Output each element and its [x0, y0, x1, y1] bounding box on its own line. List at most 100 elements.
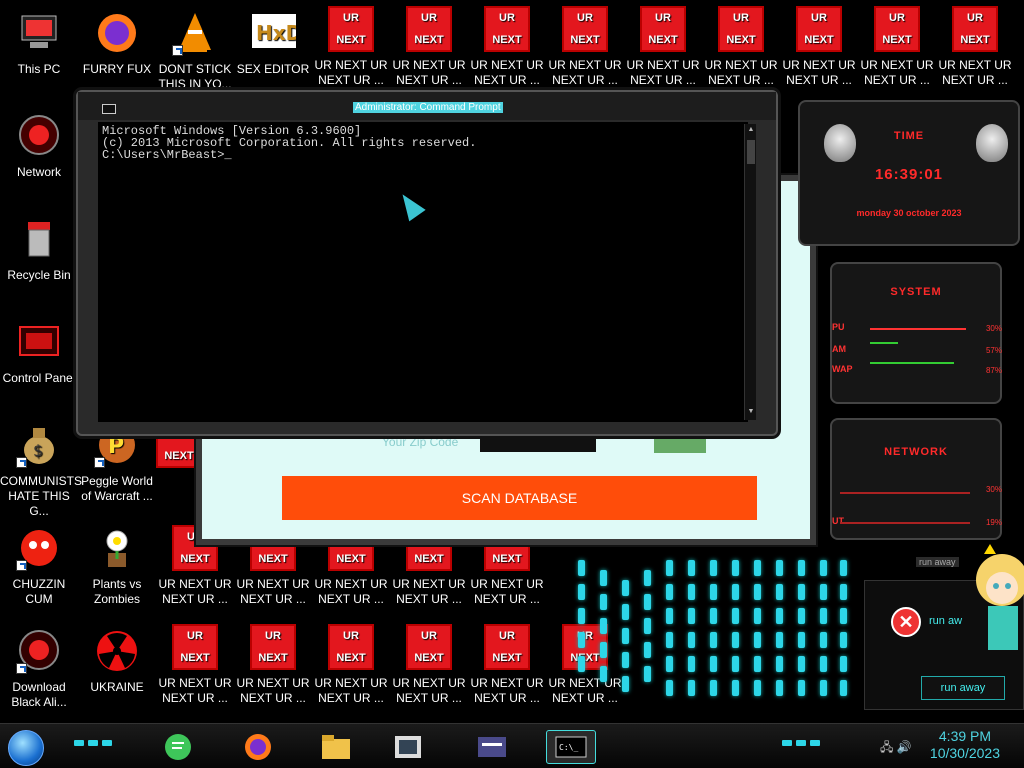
ur-next-shortcut[interactable]: URNEXT UR NEXT UR NEXT UR ... [624, 6, 702, 88]
cpu-value: 30% [985, 324, 1002, 333]
net-out-label: UT [832, 516, 844, 526]
desktop-icon-chuzzin[interactable]: CHUZZIN CUM [0, 525, 78, 607]
taskbar-command-prompt[interactable]: C:\_ [546, 730, 596, 764]
desktop-icon-control-panel[interactable]: Control Panel [0, 319, 78, 386]
ur-next-shortcut[interactable]: URNEXT UR NEXT UR NEXT UR ... [390, 624, 468, 706]
scroll-up-icon[interactable]: ▲ [746, 126, 756, 136]
volume-icon[interactable]: 🔊 [897, 740, 912, 754]
desktop-icon-ukraine[interactable]: UKRAINE [78, 628, 156, 695]
taskbar-chat-app[interactable] [156, 730, 200, 764]
cmd-scrollbar[interactable]: ▲ ▼ [744, 124, 756, 420]
desktop-icon-network[interactable]: Network [0, 113, 78, 180]
ur-next-shortcut[interactable]: URNEXT UR NEXT UR NEXT UR ... [468, 6, 546, 88]
desktop-icon-this-pc[interactable]: This PC [0, 10, 78, 77]
taskbar-vent [74, 740, 112, 746]
svg-text:HxD: HxD [256, 21, 296, 45]
desktop-icon-dont-stick[interactable]: DONT STICK THIS IN YO... [156, 10, 234, 92]
ram-bar [870, 342, 898, 344]
taskbar-clock[interactable]: 4:39 PM 10/30/2023 [930, 728, 1000, 762]
taskbar: C:\_ 🖧 🔊 4:39 PM 10/30/2023 [0, 723, 1024, 768]
desktop-icon-label: SEX EDITOR [236, 62, 310, 76]
hxd-icon: HxD [250, 10, 302, 56]
ur-next-label: UR NEXT UR NEXT UR ... [470, 676, 544, 705]
desktop-icon-label: Network [16, 165, 61, 179]
ur-next-shortcut[interactable]: URNEXT UR NEXT UR NEXT UR ... [702, 6, 780, 88]
ur-next-icon: URNEXT [250, 624, 296, 670]
system-tray[interactable]: 🖧 🔊 [880, 738, 912, 759]
taskbar-document-app[interactable] [386, 730, 430, 764]
command-prompt-window[interactable]: Administrator: Command Prompt Microsoft … [76, 90, 778, 436]
ur-next-shortcut[interactable]: URNEXT UR NEXT UR NEXT UR ... [780, 6, 858, 88]
svg-text:C:\_: C:\_ [559, 743, 578, 752]
submit-image[interactable] [654, 437, 706, 453]
cmd-system-icon[interactable] [102, 104, 116, 114]
alien-head-icon [824, 124, 856, 162]
document-icon [395, 736, 421, 758]
taskbar-firefox[interactable] [236, 730, 280, 764]
ur-next-label: UR NEXT UR NEXT UR ... [548, 58, 622, 87]
ram-value: 57% [985, 346, 1002, 355]
net-out-value: 19% [985, 518, 1002, 527]
desktop-icon-label: CHUZZIN CUM [12, 577, 66, 606]
desktop-icon-communists[interactable]: $ COMMUNISTS HATE THIS G... [0, 422, 82, 519]
desktop-icon-sex-editor[interactable]: HxD SEX EDITOR [234, 10, 312, 77]
taskbar-panel-app[interactable] [470, 730, 514, 764]
ur-next-shortcut[interactable]: URNEXT UR NEXT UR NEXT UR ... [156, 624, 234, 706]
ur-next-shortcut[interactable]: URNEXT UR NEXT UR NEXT UR ... [936, 6, 1014, 88]
firefox-icon [94, 10, 140, 56]
swap-value: 87% [985, 366, 1002, 375]
ur-next-icon: URNEXT [172, 624, 218, 670]
net-in-value: 30% [985, 485, 1002, 494]
ur-next-shortcut[interactable]: URNEXT UR NEXT UR NEXT UR ... [312, 6, 390, 88]
ur-next-label: UR NEXT UR NEXT UR ... [314, 676, 388, 705]
desktop-icon-furry-fux[interactable]: FURRY FUX [78, 10, 156, 77]
taskbar-file-explorer[interactable] [314, 730, 358, 764]
desktop-icon-label: Download Black Ali... [11, 680, 67, 709]
plants-icon [94, 525, 140, 571]
cpu-label: PU [832, 322, 845, 332]
desktop-icon-download-black-alien[interactable]: Download Black Ali... [0, 628, 78, 710]
ur-next-label: UR NEXT UR NEXT UR ... [236, 577, 310, 606]
ram-label: AM [832, 344, 846, 354]
cpu-bar [870, 328, 966, 330]
desktop-icon-plants-vs-zombies[interactable]: Plants vs Zombies [78, 525, 156, 607]
ur-next-icon: URNEXT [874, 6, 920, 52]
run-away-button[interactable]: run away [921, 676, 1005, 700]
ur-next-shortcut[interactable]: URNEXT UR NEXT UR NEXT UR ... [234, 624, 312, 706]
ur-next-label: UR NEXT UR NEXT UR ... [626, 58, 700, 87]
start-button[interactable] [8, 730, 44, 766]
ur-next-shortcut[interactable]: URNEXT UR NEXT UR NEXT UR ... [858, 6, 936, 88]
ur-next-shortcut[interactable]: URNEXT UR NEXT UR NEXT UR ... [312, 624, 390, 706]
alien-head-icon [976, 124, 1008, 162]
ur-next-icon: URNEXT [328, 624, 374, 670]
ur-next-label: UR NEXT UR NEXT UR ... [860, 58, 934, 87]
control-panel-icon [16, 319, 62, 365]
runaway-title: run away [916, 557, 959, 567]
desktop-icon-label: This PC [17, 62, 61, 76]
ur-next-shortcut[interactable]: URNEXT UR NEXT UR NEXT UR ... [468, 624, 546, 706]
ur-next-shortcut[interactable]: URNEXT UR NEXT UR NEXT UR ... [546, 6, 624, 88]
ur-next-label: UR NEXT UR NEXT UR ... [158, 676, 232, 705]
ur-next-shortcut[interactable]: URNEXT UR NEXT UR NEXT UR ... [390, 6, 468, 88]
desktop-icon-label: UKRAINE [90, 680, 144, 694]
scroll-down-icon[interactable]: ▼ [746, 408, 756, 418]
svg-text:$: $ [33, 441, 43, 460]
cmd-console[interactable]: Microsoft Windows [Version 6.3.9600] (c)… [98, 122, 748, 422]
system-panel: SYSTEM [830, 262, 1002, 404]
swap-label: WAP [832, 364, 853, 374]
cmd-titlebar[interactable]: Administrator: Command Prompt [78, 92, 776, 120]
ur-next-label: UR NEXT UR NEXT UR ... [392, 676, 466, 705]
desktop-icon-recycle-bin[interactable]: Recycle Bin [0, 216, 78, 283]
firefox-icon [245, 734, 271, 760]
scan-database-button[interactable]: SCAN DATABASE [282, 476, 757, 520]
ur-next-icon: URNEXT [718, 6, 764, 52]
scroll-thumb[interactable] [747, 140, 755, 164]
zip-code-input[interactable] [480, 434, 596, 452]
network-header: NETWORK [884, 446, 948, 458]
money-bag-icon: $ [16, 422, 62, 468]
network-tray-icon[interactable]: 🖧 [880, 740, 893, 754]
clock-time: 16:39:01 [874, 166, 944, 183]
window-icon [478, 737, 506, 757]
time-header: TIME [893, 130, 925, 142]
console-prompt-line: C:\Users\MrBeast>_ [102, 148, 232, 162]
